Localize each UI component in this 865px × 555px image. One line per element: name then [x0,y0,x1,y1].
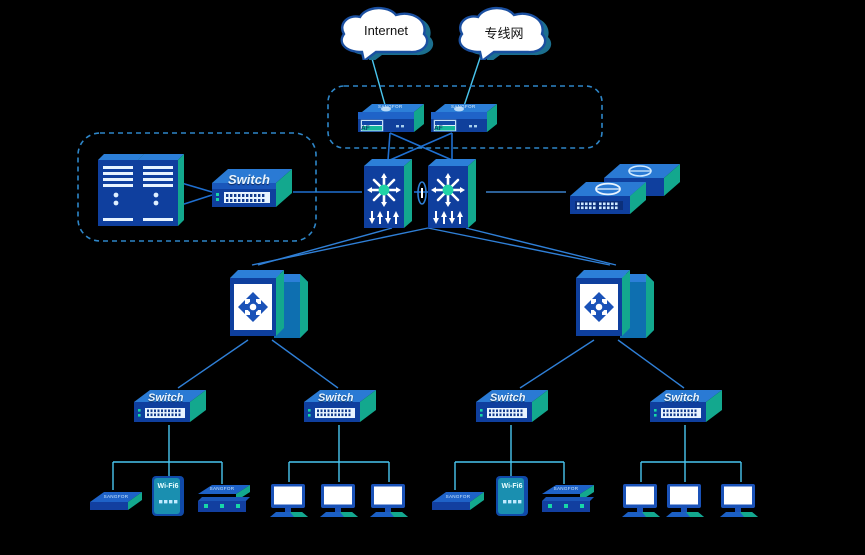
device-gateway-2-label: SANGFOR [553,486,579,491]
device-gateway-1-label: SANGFOR [209,486,235,491]
cloud-internet-label: Internet [363,23,409,38]
desktop-pc-1[interactable] [268,482,312,518]
desktop-pc-3[interactable] [368,482,412,518]
firewall-af-1-brand: SANGFOR [378,104,403,109]
device-ac-controller-1[interactable] [88,488,144,516]
access-switch-2-label: Switch [318,392,354,404]
core-switch-2[interactable] [424,156,482,230]
access-switch-3-label: Switch [490,392,526,404]
network-topology-diagram: Internet 专线网 AF SANGFOR AF SANGFOR Switc… [0,0,865,555]
link-agg-right-to-access3 [519,339,595,389]
cloud-leased-line-label: 专线网 [484,26,524,41]
access-switch-1-label: Switch [148,392,184,404]
desktop-pc-5[interactable] [664,482,708,518]
desktop-pc-6[interactable] [718,482,762,518]
link-agg-left-to-access2 [271,339,339,389]
firewall-af-2-model: AF [434,125,443,132]
desktop-pc-4[interactable] [620,482,664,518]
aggregation-switch-left[interactable] [222,268,314,344]
link-core1-to-agg-right [465,227,617,266]
device-ac-controller-2[interactable] [430,488,486,516]
device-wifi6-ap-1-label: Wi-Fi6 [157,483,179,490]
desktop-pc-2[interactable] [318,482,362,518]
core-switch-1[interactable] [360,156,418,230]
access-switch-4-label: Switch [664,392,700,404]
firewall-af-1-model: AF [361,125,370,132]
bus-access4-endpoints [640,425,742,482]
device-ac-controller-1-label: SANGFOR [103,494,129,499]
link-agg-left-to-access1 [177,339,249,389]
aggregation-switch-right[interactable] [568,268,660,344]
switch-server-label: Switch [228,172,270,187]
appliance-stack[interactable] [564,156,688,218]
core-interlink-icon [417,181,427,205]
link-core2-to-agg-right [427,227,611,266]
device-ac-controller-2-label: SANGFOR [445,494,471,499]
bus-access2-endpoints [288,425,390,482]
device-wifi6-ap-2[interactable] [492,474,532,518]
firewall-af-2-brand: SANGFOR [451,104,476,109]
device-wifi6-ap-2-label: Wi-Fi6 [501,483,523,490]
link-agg-right-to-access4 [617,339,685,389]
device-wifi6-ap-1[interactable] [148,474,188,518]
